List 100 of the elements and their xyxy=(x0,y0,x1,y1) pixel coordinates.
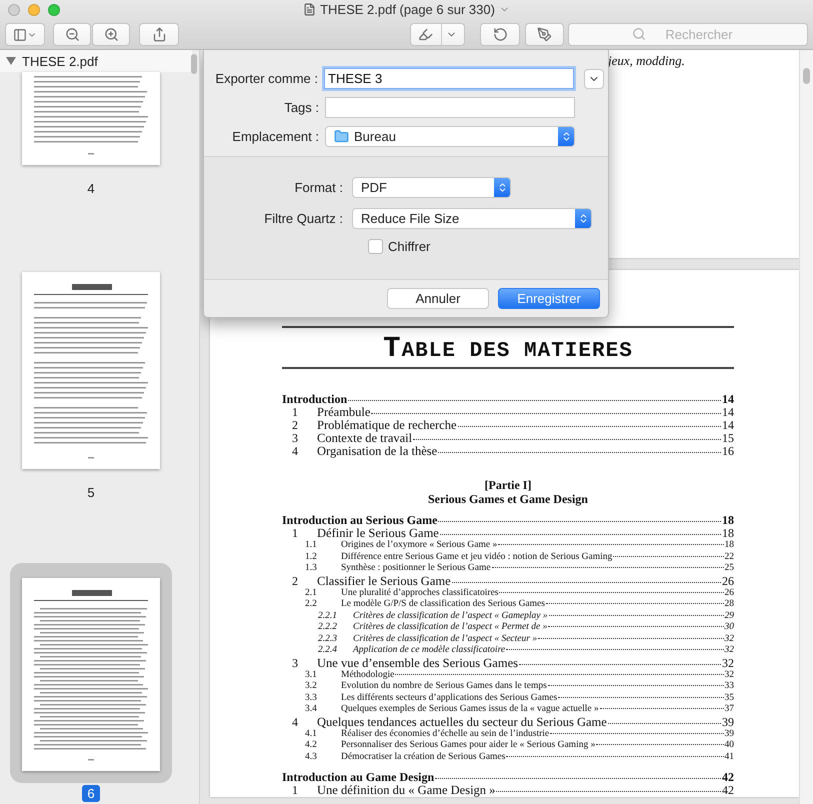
toc-page-number: 22 xyxy=(724,552,734,563)
toc-subsection-title: Quelques exemples de Serious Games issus de la « vague actuelle » xyxy=(341,704,599,716)
format-popup[interactable]: PDF xyxy=(352,177,511,198)
toc-section-number: 3 xyxy=(291,656,299,670)
toc-section-number: 1 xyxy=(291,784,299,797)
toc-page-number: 25 xyxy=(724,563,734,574)
checkbox[interactable] xyxy=(368,239,383,254)
toc-page-number: 16 xyxy=(722,445,734,458)
toc-section-number: 1 xyxy=(291,406,299,419)
scrollbar[interactable] xyxy=(799,50,813,804)
toc-subsection-number: 2.1 xyxy=(304,588,318,599)
scroll-thumb[interactable] xyxy=(191,54,197,74)
toc-subsection-title: Différence entre Serious Game et jeu vidéo : notion de Serious Gaming xyxy=(341,552,612,563)
cancel-button[interactable]: Annuler xyxy=(387,288,489,309)
toc-subsection-title: Evolution du nombre de Serious Games dans le temps xyxy=(341,681,547,692)
minimize-button[interactable] xyxy=(28,4,40,16)
markup-button[interactable] xyxy=(525,23,564,46)
toc-section-number: 2 xyxy=(291,419,299,432)
sidebar-button[interactable] xyxy=(5,23,45,46)
toc-section-title: Organisation de la thèse xyxy=(317,445,438,458)
field-label: Exporter comme : xyxy=(214,71,318,86)
checkbox-label: Chiffrer xyxy=(388,239,430,254)
rotate-button[interactable] xyxy=(480,23,520,46)
toc-title: TABLE DES MATIERES xyxy=(382,332,634,365)
toc-section-title: Définir le Serious Game xyxy=(317,527,439,540)
field-label: Tags : xyxy=(283,100,319,115)
search-field[interactable]: Rechercher xyxy=(568,23,808,46)
toc-subsection-number: 2.2.3 xyxy=(317,634,338,645)
toc-page-number: 29 xyxy=(724,610,734,622)
toc-subsection-number: 1.2 xyxy=(304,552,318,563)
page-number-label[interactable]: 4 xyxy=(82,180,100,197)
stepper-icon xyxy=(575,209,591,228)
toc-section-title: Une vue d’ensemble des Serious Games xyxy=(317,656,518,670)
toc-page-number: 39 xyxy=(722,716,734,728)
toc-section-title: Contexte de travail xyxy=(317,432,412,445)
zoom-button[interactable] xyxy=(48,4,60,16)
zoom-in-button[interactable] xyxy=(92,23,130,46)
toc-section-number: 1 xyxy=(291,527,299,540)
share-button[interactable] xyxy=(139,23,179,46)
quartz-filter-popup[interactable]: Reduce File Size xyxy=(352,208,592,229)
document-icon xyxy=(303,3,316,16)
toc-section-title: Une définition du « Game Design » xyxy=(317,784,496,797)
expand-button[interactable] xyxy=(584,68,604,88)
page-number-label[interactable]: 5 xyxy=(82,484,100,501)
toc-subsection-title: Le modèle G/P/S de classification des Serious Games xyxy=(341,599,545,610)
toc-section-number: 3 xyxy=(291,432,299,445)
toc-page-number: 32 xyxy=(724,670,734,681)
export-name-field[interactable]: THESE 3 xyxy=(324,68,574,89)
toc-page-number: 33 xyxy=(724,681,734,692)
toc-page-number: 37 xyxy=(724,704,734,716)
toc-subsection-number: 4.2 xyxy=(304,740,318,752)
toc-section-number: 2 xyxy=(291,574,299,588)
toc-subsection-title: Personnaliser des Serious Games pour aider le « Serious Gaming » xyxy=(341,740,596,752)
page-number-label[interactable]: 6 xyxy=(82,785,100,802)
toc-subsection-title: Critères de classification de l’aspect « Secteur » xyxy=(353,634,538,645)
highlighter-icon xyxy=(418,27,433,42)
toc-subsection-number: 3.4 xyxy=(304,704,318,716)
toc-subsection-title: Application de ce modèle classificatoire xyxy=(353,645,506,656)
toc-page-number: 40 xyxy=(724,740,734,752)
part-title: Serious Games et Game Design xyxy=(428,492,588,506)
page-thumbnail[interactable] xyxy=(22,578,160,771)
highlight-button[interactable] xyxy=(410,23,465,46)
field-label: Filtre Quartz : xyxy=(263,211,343,226)
toc-page-number: 18 xyxy=(722,514,734,527)
toc-page-number: 28 xyxy=(724,599,734,610)
toc-page-number: 42 xyxy=(722,784,734,797)
page-thumbnail[interactable] xyxy=(22,72,160,165)
page-thumbnail[interactable] xyxy=(22,272,160,469)
toc-subsection-title: Critères de classification de l’aspect « Permet de » xyxy=(353,622,548,634)
toc-section-number: 4 xyxy=(291,445,299,458)
toc-page-number: 14 xyxy=(722,406,734,419)
disclosure-triangle-icon[interactable] xyxy=(6,57,16,65)
toc-chapter-title: Introduction xyxy=(282,393,348,406)
toc-page-number: 26 xyxy=(722,574,734,588)
toc-page-number: 14 xyxy=(722,393,734,406)
toc-subsection-title: Réaliser des économies d’échelle au sein de l’industrie xyxy=(341,728,550,740)
toc-subsection-title: Origines de l’oxymore « Serious Game » xyxy=(341,540,498,552)
toc-subsection-number: 4.3 xyxy=(304,752,318,763)
tags-field[interactable] xyxy=(325,97,575,118)
toc-page-number: 26 xyxy=(724,588,734,599)
window-title: THESE 2.pdf (page 6 sur 330) xyxy=(320,2,495,17)
toc-section-title: Préambule xyxy=(317,406,370,419)
toc-page-number: 42 xyxy=(722,771,734,784)
toc-page-number: 30 xyxy=(724,622,734,634)
folder-icon xyxy=(334,129,349,144)
toc-chapter-title: Introduction au Game Design xyxy=(282,771,434,784)
selected-thumbnail-background[interactable] xyxy=(10,563,172,783)
zoom-out-button[interactable] xyxy=(53,23,91,46)
document-row[interactable]: THESE 2.pdf xyxy=(0,50,192,72)
toc-subsection-number: 2.2.4 xyxy=(317,645,338,656)
toc-page-number: 39 xyxy=(724,728,734,740)
toc-page-number: 32 xyxy=(722,656,734,670)
toc-subsection-number: 4.1 xyxy=(304,728,318,740)
share-icon xyxy=(152,27,166,42)
page-text: jeux, modding. xyxy=(608,53,686,69)
toc-chapter-title: Introduction au Serious Game xyxy=(282,514,438,527)
toc-subsection-number: 2.2.1 xyxy=(317,610,338,622)
close-button[interactable] xyxy=(8,4,20,16)
location-popup[interactable]: Bureau xyxy=(325,126,575,147)
toc-section-number: 4 xyxy=(291,716,299,728)
